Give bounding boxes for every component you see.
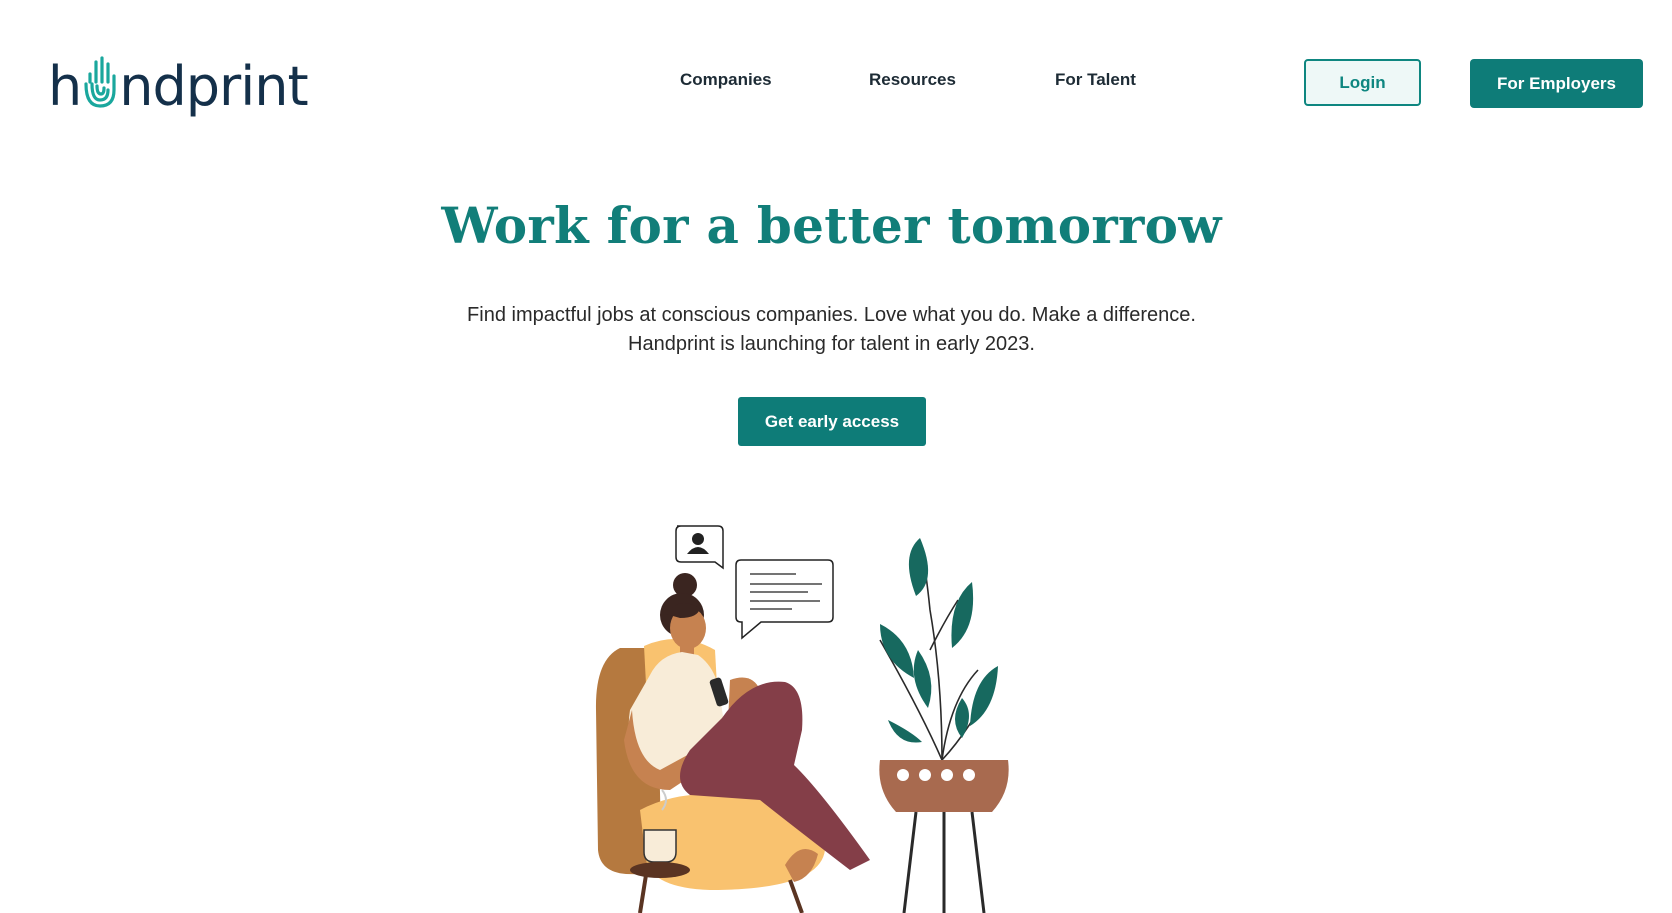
login-button[interactable]: Login bbox=[1304, 59, 1421, 106]
woman-on-phone-illustration bbox=[595, 525, 1009, 913]
profile-chat-bubble bbox=[675, 525, 724, 570]
nav-resources[interactable]: Resources bbox=[869, 70, 956, 90]
message-chat-bubble bbox=[735, 559, 834, 640]
potted-plant bbox=[879, 538, 1009, 913]
hero-title: Work for a better tomorrow bbox=[441, 196, 1222, 255]
hero-subtitle-line-1: Find impactful jobs at conscious compani… bbox=[467, 304, 1196, 326]
hero-subtitle-line-2: Handprint is launching for talent in ear… bbox=[628, 333, 1035, 355]
nav-for-talent[interactable]: For Talent bbox=[1055, 70, 1136, 90]
nav-companies[interactable]: Companies bbox=[680, 70, 772, 90]
hero-subtitle: Find impactful jobs at conscious compani… bbox=[0, 301, 1663, 359]
get-early-access-button[interactable]: Get early access bbox=[738, 397, 926, 446]
main-nav: Companies Resources For Talent Login For… bbox=[0, 0, 1672, 165]
for-employers-button[interactable]: For Employers bbox=[1470, 59, 1643, 108]
